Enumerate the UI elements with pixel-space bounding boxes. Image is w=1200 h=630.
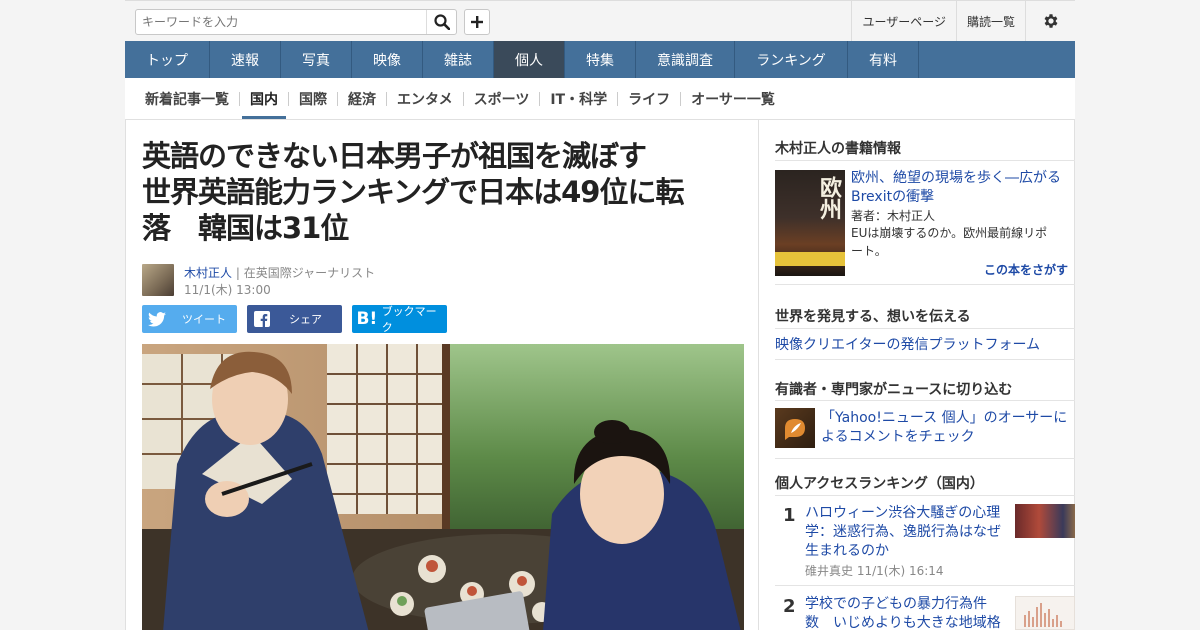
top-bar: ユーザーページ 購読一覧	[125, 0, 1075, 41]
gnav-survey[interactable]: 意識調査	[636, 41, 735, 78]
author-role: | 在英国際ジャーナリスト	[235, 266, 376, 280]
book-title-link[interactable]: 欧州、絶望の現場を歩く―広がる Brexitの衝撃	[851, 169, 1066, 207]
ranking-item-meta: 碓井真史 11/1(木) 16:14	[805, 564, 944, 578]
gnav-feature[interactable]: 特集	[565, 41, 636, 78]
subnav-domestic[interactable]: 国内	[240, 78, 288, 119]
gnav-individual[interactable]: 個人	[494, 41, 565, 78]
gnav-paid[interactable]: 有料	[848, 41, 919, 78]
bookmark-label: ブックマーク	[381, 305, 437, 334]
subnav-authors[interactable]: オーサー一覧	[681, 78, 785, 119]
find-book-link[interactable]: この本をさがす	[984, 261, 1068, 278]
tweet-label: ツイート	[182, 313, 226, 326]
ranking-item-link[interactable]: ハロウィーン渋谷大騒ぎの心理 学：迷惑行為、逸脱行為はなぜ 生まれるのか	[805, 504, 1010, 561]
hatena-icon: B!	[356, 309, 378, 329]
subnav-life[interactable]: ライフ	[618, 78, 680, 119]
gnav-breaking[interactable]: 速報	[210, 41, 281, 78]
books-heading: 木村正人の書籍情報	[775, 141, 901, 157]
author-avatar[interactable]	[142, 264, 174, 296]
search-input[interactable]	[136, 10, 421, 34]
article-date: 11/1(木) 13:00	[184, 283, 271, 297]
ranking-thumbnail[interactable]	[1015, 504, 1075, 538]
book-cover-title: 欧州	[816, 176, 842, 220]
facebook-share-button[interactable]: シェア	[247, 305, 342, 333]
gnav-video[interactable]: 映像	[352, 41, 423, 78]
divider	[775, 400, 1075, 401]
search-box[interactable]	[135, 9, 457, 35]
hatena-bookmark-button[interactable]: B! ブックマーク	[352, 305, 447, 334]
gnav-photo[interactable]: 写真	[281, 41, 352, 78]
global-nav: トップ 速報 写真 映像 雑誌 個人 特集 意識調査 ランキング 有料	[125, 41, 1075, 78]
discover-heading: 世界を発見する、想いを伝える	[775, 309, 971, 325]
plus-icon	[471, 16, 483, 28]
article-main: 英語のできない日本男子が祖国を滅ぼす 世界英語能力ランキングで日本は49位に転 …	[125, 119, 759, 630]
gear-icon	[1044, 14, 1057, 28]
divider	[775, 284, 1075, 285]
subnav-entertainment[interactable]: エンタメ	[387, 78, 463, 119]
subnav-sports[interactable]: スポーツ	[464, 78, 540, 119]
ranking-number: 1	[783, 505, 796, 526]
divider	[775, 160, 1075, 161]
book-description: EUは崩壊するのか。欧州最前線リポ ート。	[851, 226, 1048, 258]
settings-button[interactable]	[1025, 1, 1075, 41]
gnav-top[interactable]: トップ	[125, 41, 210, 78]
gnav-magazine[interactable]: 雑誌	[423, 41, 494, 78]
ranking-number: 2	[783, 596, 796, 617]
subnav-economy[interactable]: 経済	[338, 78, 386, 119]
divider	[775, 328, 1075, 329]
gnav-ranking[interactable]: ランキング	[735, 41, 848, 78]
subnav-international[interactable]: 国際	[289, 78, 337, 119]
user-page-link[interactable]: ユーザーページ	[851, 1, 956, 41]
article-hero-image	[142, 344, 744, 630]
tweet-button[interactable]: ツイート	[142, 305, 237, 333]
ranking-item-link[interactable]: 学校での子どもの暴力行為件 数 いじめよりも大きな地域格	[805, 595, 1010, 630]
book-cover[interactable]: 欧州	[775, 170, 845, 276]
add-button[interactable]	[464, 9, 490, 35]
subnav-it-science[interactable]: IT・科学	[540, 78, 617, 119]
book-author: 著者：木村正人	[851, 209, 936, 223]
sidebar: 木村正人の書籍情報 欧州 欧州、絶望の現場を歩く―広がる Brexitの衝撃 著…	[759, 119, 1075, 630]
article-title: 英語のできない日本男子が祖国を滅ぼす 世界英語能力ランキングで日本は49位に転 …	[142, 139, 685, 245]
category-nav: 新着記事一覧 国内 国際 経済 エンタメ スポーツ IT・科学 ライフ オーサー…	[125, 78, 1075, 119]
share-label: シェア	[289, 313, 322, 326]
author-name-link[interactable]: 木村正人	[184, 266, 232, 280]
divider	[775, 585, 1075, 586]
experts-heading: 有識者・専門家がニュースに切り込む	[775, 382, 1013, 398]
divider	[775, 495, 1075, 496]
search-icon[interactable]	[426, 10, 456, 34]
ranking-thumbnail[interactable]	[1015, 596, 1075, 630]
subscription-list-link[interactable]: 購読一覧	[955, 1, 1025, 41]
divider	[775, 359, 1075, 360]
author-byline: 木村正人 | 在英国際ジャーナリスト	[184, 264, 375, 281]
ranking-heading: 個人アクセスランキング（国内）	[775, 476, 984, 492]
facebook-icon	[247, 305, 277, 333]
expert-comments-link[interactable]: 「Yahoo!ニュース 個人」のオーサーに よるコメントをチェック	[821, 409, 1071, 447]
divider	[775, 458, 1075, 459]
twitter-icon	[142, 305, 172, 333]
subnav-new-articles[interactable]: 新着記事一覧	[135, 78, 239, 119]
video-creator-platform-link[interactable]: 映像クリエイターの発信プラットフォーム	[775, 334, 1040, 354]
comment-feather-icon	[775, 408, 815, 448]
